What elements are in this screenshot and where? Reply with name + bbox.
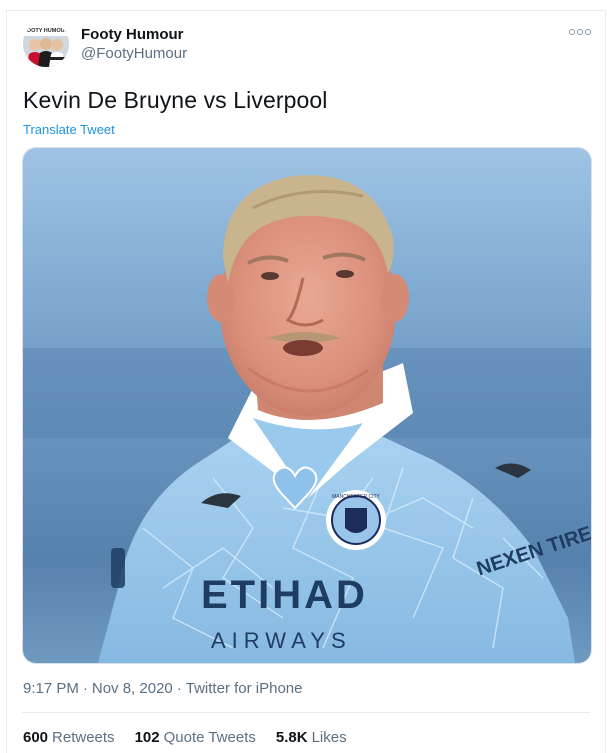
quote-tweets-stat[interactable]: 102 Quote Tweets xyxy=(135,729,256,746)
retweets-stat[interactable]: 600 Retweets xyxy=(23,729,115,746)
meta-separator: · xyxy=(176,680,182,697)
likes-label: Likes xyxy=(311,729,347,746)
stats-divider xyxy=(22,712,590,713)
author-handle[interactable]: @FootyHumour xyxy=(81,45,187,62)
tweet-text: Kevin De Bruyne vs Liverpool xyxy=(23,87,328,113)
crest-text: MANCHESTER CITY xyxy=(332,494,380,500)
more-dot xyxy=(569,29,575,35)
tweet-time[interactable]: 9:17 PM xyxy=(23,680,79,697)
author-name[interactable]: Footy Humour xyxy=(81,26,184,43)
more-options-icon[interactable] xyxy=(568,24,592,40)
tweet-metadata: 9:17 PM · Nov 8, 2020 · Twitter for iPhone xyxy=(23,680,302,697)
sponsor-main-text: ETIHAD xyxy=(201,573,368,617)
tweet-photo[interactable]: MANCHESTER CITY ETIHAD AIRWAYS NEXEN TIR… xyxy=(22,147,592,664)
sponsor-sub-text: AIRWAYS xyxy=(211,628,352,653)
tweet-stats: 600 Retweets 102 Quote Tweets 5.8K Likes xyxy=(23,729,347,746)
translate-tweet-link[interactable]: Translate Tweet xyxy=(23,122,115,137)
avatar-caption: FOOTY HUMOUR xyxy=(23,28,68,34)
retweets-count: 600 xyxy=(23,729,49,746)
photo-image: MANCHESTER CITY ETIHAD AIRWAYS NEXEN TIR… xyxy=(23,148,591,663)
retweets-label: Retweets xyxy=(52,729,115,746)
author-avatar[interactable]: FOOTY HUMOUR xyxy=(23,21,69,67)
meta-separator: · xyxy=(82,680,88,697)
quote-tweets-count: 102 xyxy=(134,729,160,746)
avatar-image: FOOTY HUMOUR xyxy=(23,21,69,67)
more-dot xyxy=(585,29,591,35)
tweet-source[interactable]: Twitter for iPhone xyxy=(186,680,303,697)
more-dot xyxy=(577,29,583,35)
quote-tweets-label: Quote Tweets xyxy=(163,729,256,746)
likes-stat[interactable]: 5.8K Likes xyxy=(276,729,347,746)
tweet-date[interactable]: Nov 8, 2020 xyxy=(92,680,173,697)
likes-count: 5.8K xyxy=(275,729,308,746)
